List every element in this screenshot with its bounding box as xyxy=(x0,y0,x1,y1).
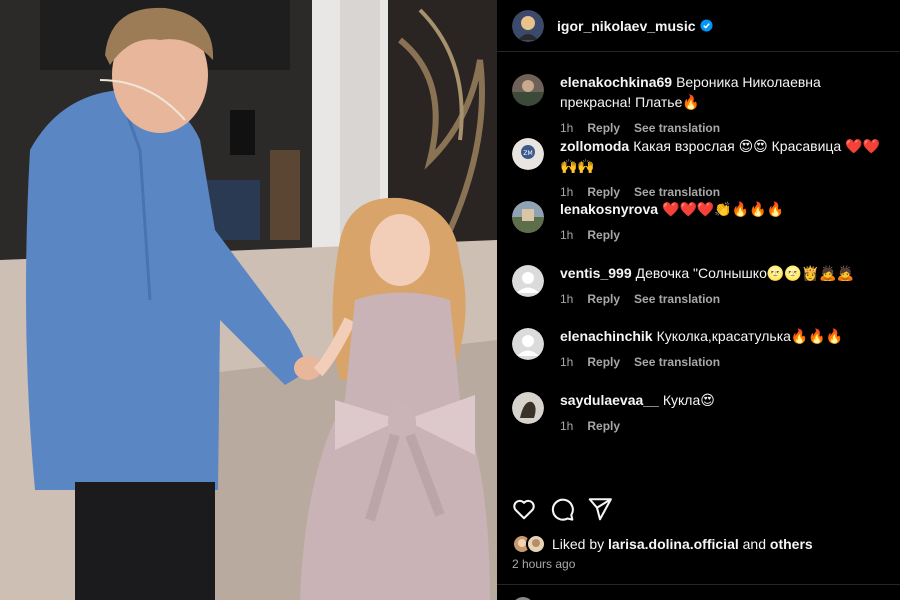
comment-username[interactable]: elenakochkina69 xyxy=(560,74,672,90)
comment-username[interactable]: zollomoda xyxy=(560,138,629,154)
see-translation-button[interactable]: See translation xyxy=(634,352,720,372)
comment-list: elenakochkina69 Вероника Николаевна прекр… xyxy=(497,52,900,454)
add-comment-bar xyxy=(497,584,900,600)
comments-panel: igor_nikolaev_music elenakochkina69 Верон… xyxy=(497,0,900,600)
comment-username[interactable]: saydulaevaa__ xyxy=(560,392,659,408)
commenter-avatar-icon[interactable]: ZM xyxy=(512,137,544,170)
comment-item: elenachinchik Куколка,красатулька🔥🔥🔥 1h R… xyxy=(497,326,900,390)
post-author-username[interactable]: igor_nikolaev_music xyxy=(557,18,696,34)
comment-text: Куколка,красатулька🔥🔥🔥 xyxy=(656,328,844,345)
default-avatar-icon[interactable] xyxy=(512,264,544,297)
post-actions xyxy=(497,494,900,524)
comment-text: Кукла😍 xyxy=(662,391,715,408)
verified-badge-icon xyxy=(699,19,713,32)
heart-icon[interactable] xyxy=(511,496,537,522)
comment-time: 1h xyxy=(560,291,574,306)
comment-bubble-icon[interactable] xyxy=(549,496,575,522)
comment-time: 1h xyxy=(560,418,574,433)
reply-button[interactable]: Reply xyxy=(587,289,620,309)
comment-username[interactable]: lenakosnyrova xyxy=(560,201,658,217)
comment-text: ❤️❤️❤️👏🔥🔥🔥 xyxy=(662,201,785,218)
liked-by-conj: and xyxy=(742,536,766,552)
reply-button[interactable]: Reply xyxy=(587,352,620,372)
comment-item: elenakochkina69 Вероника Николаевна прекр… xyxy=(497,72,900,136)
paper-plane-icon[interactable] xyxy=(587,496,613,522)
liked-by-prefix: Liked by xyxy=(552,536,605,552)
comment-username[interactable]: elenachinchik xyxy=(560,328,653,344)
comment-item: ZM zollomoda Какая взрослая 😍😍 Красавица … xyxy=(497,136,900,200)
commenter-avatar-icon[interactable] xyxy=(512,74,544,106)
likes-summary: Liked by larisa.dolina.official and othe… xyxy=(512,534,813,554)
comment-time: 1h xyxy=(560,355,574,370)
liked-by-others[interactable]: others xyxy=(770,536,813,552)
profile-photo-icon[interactable] xyxy=(512,9,544,42)
comment-item: ventis_999 Девочка "Солнышко🌝🌝👸🙇🙇 1h Repl… xyxy=(497,263,900,327)
comment-text: Девочка "Солнышко🌝🌝👸🙇🙇 xyxy=(635,264,855,281)
liked-by-avatars xyxy=(512,534,546,554)
post-photo-illustration xyxy=(0,0,497,600)
comment-time: 1h xyxy=(560,228,574,243)
comment-item: saydulaevaa__ Кукла😍 1h Reply xyxy=(497,390,900,454)
liked-by-username[interactable]: larisa.dolina.official xyxy=(608,536,739,552)
default-avatar-icon[interactable] xyxy=(512,328,544,361)
reply-button[interactable]: Reply xyxy=(587,225,620,245)
comment-username[interactable]: ventis_999 xyxy=(560,265,632,281)
post-photo[interactable] xyxy=(0,0,497,600)
commenter-avatar-icon[interactable] xyxy=(512,201,544,234)
see-translation-button[interactable]: See translation xyxy=(634,289,720,309)
post-timestamp[interactable]: 2 hours ago xyxy=(512,557,575,571)
reply-button[interactable]: Reply xyxy=(587,416,620,436)
svg-text:ZM: ZM xyxy=(523,150,532,157)
commenter-avatar-icon[interactable] xyxy=(512,391,544,424)
comment-item: lenakosnyrova ❤️❤️❤️👏🔥🔥🔥 1h Reply xyxy=(497,199,900,263)
post-header: igor_nikolaev_music xyxy=(497,0,900,52)
liker-avatar-icon xyxy=(526,534,546,554)
